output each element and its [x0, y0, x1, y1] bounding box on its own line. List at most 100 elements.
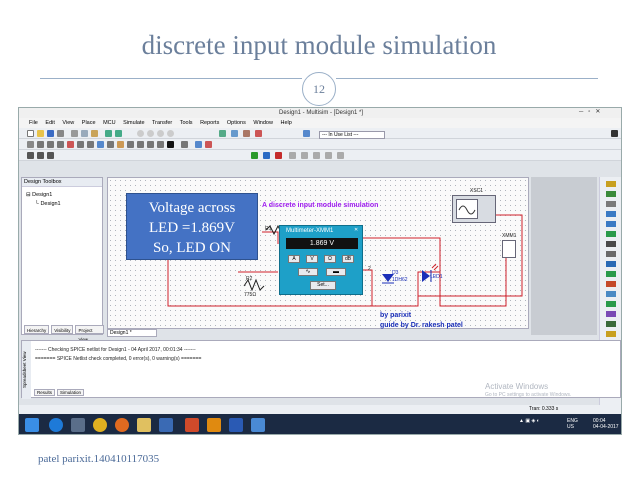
window-controls[interactable]: ─ ▫ ✕ [579, 108, 600, 115]
multimeter-xmm1-symbol[interactable] [502, 240, 516, 258]
agilent-generator-icon[interactable] [606, 321, 616, 327]
multisim-icon[interactable] [159, 418, 173, 432]
in-use-list[interactable]: --- In Use List --- [319, 131, 385, 139]
redo-icon[interactable] [115, 130, 122, 137]
ac-mode-button[interactable]: ∿ [298, 268, 318, 276]
oscilloscope-icon[interactable] [606, 211, 616, 217]
multimeter-set-button[interactable]: Set... [310, 281, 336, 290]
paste-icon[interactable] [91, 130, 98, 137]
network-analyzer-icon[interactable] [606, 311, 616, 317]
place-diode-icon[interactable] [47, 141, 54, 148]
mode-decibel-button[interactable]: dB [342, 255, 354, 263]
place-rf-icon[interactable] [147, 141, 154, 148]
step-icon[interactable] [301, 152, 308, 159]
logic-converter-icon[interactable] [606, 261, 616, 267]
tray-clock[interactable]: 00:04 04-04-2017 [593, 418, 619, 430]
dc-mode-button[interactable]: ▬ [326, 268, 346, 276]
spreadsheet-icon[interactable] [231, 130, 238, 137]
place-indicator-icon[interactable] [117, 141, 124, 148]
firefox-icon[interactable] [115, 418, 129, 432]
mode-ammeter-button[interactable]: A [288, 255, 300, 263]
breakpoint-icon[interactable] [325, 152, 332, 159]
word-icon[interactable] [229, 418, 243, 432]
grid-icon[interactable] [37, 152, 44, 159]
step-over-icon[interactable] [313, 152, 320, 159]
menu-mcu[interactable]: MCU [103, 120, 116, 126]
menu-transfer[interactable]: Transfer [152, 120, 172, 126]
remove-breakpoints-icon[interactable] [337, 152, 344, 159]
menu-options[interactable]: Options [227, 120, 246, 126]
iv-analyzer-icon[interactable] [606, 281, 616, 287]
layers-icon[interactable] [47, 152, 54, 159]
print-icon[interactable] [57, 130, 64, 137]
place-electromech-icon[interactable] [157, 141, 164, 148]
menu-place[interactable]: Place [82, 120, 96, 126]
mode-ohmmeter-button[interactable]: Ω [324, 255, 336, 263]
menu-tools[interactable]: Tools [180, 120, 193, 126]
place-text-icon[interactable] [205, 141, 212, 148]
tab-results[interactable]: Results [34, 389, 56, 396]
spectrum-analyzer-icon[interactable] [606, 301, 616, 307]
frequency-counter-icon[interactable] [606, 241, 616, 247]
component-wizard-icon[interactable] [255, 130, 262, 137]
tab-design1[interactable]: Design1 * [107, 329, 157, 337]
ie-icon[interactable] [49, 418, 63, 432]
open-icon[interactable] [37, 130, 44, 137]
place-cmos-icon[interactable] [87, 141, 94, 148]
tray-icons[interactable]: ▲ ▣ ◈ ◐ [519, 418, 540, 424]
bode-plotter-icon[interactable] [606, 231, 616, 237]
vlc-icon[interactable] [207, 418, 221, 432]
place-basic-icon[interactable] [37, 141, 44, 148]
grapher-icon[interactable] [219, 130, 226, 137]
menu-file[interactable]: File [29, 120, 38, 126]
save-icon[interactable] [47, 130, 54, 137]
undo-icon[interactable] [105, 130, 112, 137]
run-icon[interactable] [251, 152, 258, 159]
place-hierarchical-icon[interactable] [181, 141, 188, 148]
tray-language[interactable]: ENG US [567, 418, 578, 430]
place-misc-icon[interactable] [137, 141, 144, 148]
distortion-analyzer-icon[interactable] [606, 291, 616, 297]
mode-voltmeter-button[interactable]: V [306, 255, 318, 263]
zoom-area-icon[interactable] [157, 130, 164, 137]
powerpoint-icon[interactable] [185, 418, 199, 432]
zoom-in-icon[interactable] [137, 130, 144, 137]
tab-simulation[interactable]: Simulation [57, 389, 85, 396]
menu-reports[interactable]: Reports [200, 120, 219, 126]
tree-root[interactable]: ⊟ Design1 [26, 191, 98, 200]
place-source-icon[interactable] [27, 141, 34, 148]
menu-help[interactable]: Help [280, 120, 291, 126]
tab-visibility[interactable]: Visibility [51, 325, 74, 334]
view-icon[interactable] [27, 152, 34, 159]
multimeter-window[interactable]: Multimeter-XMM1 ✕ 1.869 V A V Ω dB ∿ ▬ S… [279, 225, 363, 295]
menu-window[interactable]: Window [253, 120, 273, 126]
stop-icon[interactable] [275, 152, 282, 159]
place-misc-digital-icon[interactable] [97, 141, 104, 148]
zoom-fit-icon[interactable] [167, 130, 174, 137]
oscilloscope-xsc1[interactable] [452, 195, 496, 223]
tab-project-view[interactable]: Project View [75, 325, 104, 342]
function-generator-icon[interactable] [606, 191, 616, 197]
logic-analyzer-icon[interactable] [606, 271, 616, 277]
agilent-multimeter-icon[interactable] [606, 331, 616, 337]
start-icon[interactable] [25, 418, 39, 432]
app-icon[interactable] [251, 418, 265, 432]
place-ttl-icon[interactable] [77, 141, 84, 148]
multimeter-close-icon[interactable]: ✕ [354, 227, 358, 233]
place-bus-icon[interactable] [195, 141, 202, 148]
cut-icon[interactable] [71, 130, 78, 137]
four-channel-scope-icon[interactable] [606, 221, 616, 227]
menu-view[interactable]: View [62, 120, 74, 126]
place-power-icon[interactable] [127, 141, 134, 148]
database-icon[interactable] [243, 130, 250, 137]
tab-hierarchy[interactable]: Hierarchy [24, 325, 50, 334]
place-analog-icon[interactable] [67, 141, 74, 148]
wattmeter-icon[interactable] [606, 201, 616, 207]
explorer-icon[interactable] [137, 418, 151, 432]
menu-simulate[interactable]: Simulate [123, 120, 144, 126]
place-transistor-icon[interactable] [57, 141, 64, 148]
tree-child[interactable]: └ Design1 [26, 200, 98, 209]
menu-edit[interactable]: Edit [45, 120, 54, 126]
chrome-icon[interactable] [93, 418, 107, 432]
store-icon[interactable] [71, 418, 85, 432]
